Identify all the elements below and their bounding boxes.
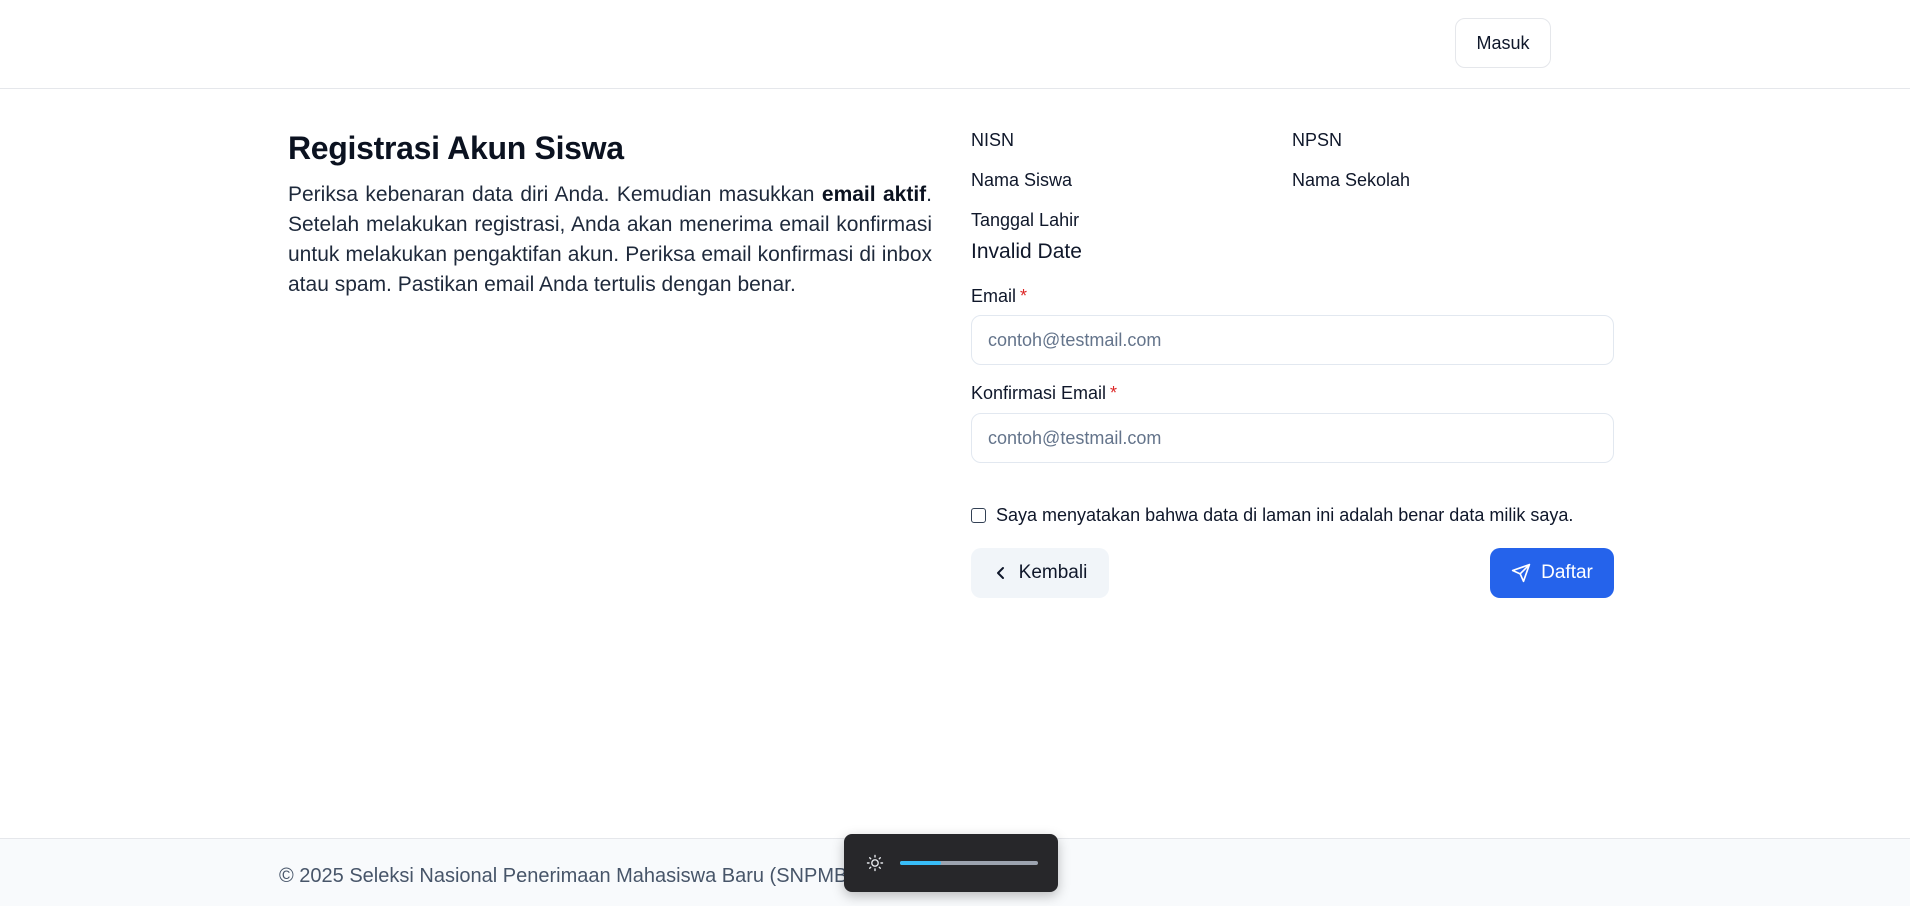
confirm-email-required-mark: *	[1110, 383, 1118, 403]
confirm-email-label-text: Konfirmasi Email	[971, 383, 1107, 403]
nisn-label: NISN	[971, 130, 1015, 150]
brightness-slider[interactable]	[900, 861, 1038, 865]
sun-icon	[866, 854, 884, 877]
agreement-text: Saya menyatakan bahwa data di laman ini …	[996, 505, 1574, 525]
page-title: Registrasi Akun Siswa	[288, 130, 624, 166]
student-info-grid: NISN NPSN Nama Siswa Nama Sekolah Tangga…	[971, 128, 1614, 268]
email-label-text: Email	[971, 286, 1017, 306]
login-button[interactable]: Masuk	[1455, 18, 1551, 68]
confirm-email-input[interactable]	[971, 413, 1614, 463]
brightness-control	[844, 834, 1058, 892]
brightness-slider-fill	[900, 861, 942, 865]
npsn-label: NPSN	[1292, 130, 1343, 150]
email-required-mark: *	[1020, 286, 1028, 306]
back-button[interactable]: Kembali	[971, 548, 1109, 598]
copyright-text: © 2025 Seleksi Nasional Penerimaan Mahas…	[279, 865, 854, 887]
top-navbar: Masuk	[0, 0, 1910, 89]
email-input[interactable]	[971, 315, 1614, 365]
intro-section: Registrasi Akun Siswa Periksa kebenaran …	[288, 128, 932, 300]
birth-date-value: Invalid Date	[971, 240, 1082, 263]
send-icon	[1511, 563, 1531, 583]
chevron-left-icon	[993, 565, 1009, 581]
agreement-checkbox[interactable]	[971, 508, 986, 523]
register-button-label: Daftar	[1541, 562, 1593, 583]
agreement-row: Saya menyatakan bahwa data di laman ini …	[971, 505, 1573, 526]
confirm-email-label: Konfirmasi Email *	[971, 383, 1117, 404]
birth-date-label: Tanggal Lahir	[971, 210, 1080, 230]
register-button[interactable]: Daftar	[1490, 548, 1614, 598]
student-info: NISN NPSN Nama Siswa Nama Sekolah Tangga…	[971, 128, 1614, 268]
back-button-label: Kembali	[1018, 562, 1088, 583]
email-label: Email *	[971, 286, 1027, 307]
desc-emphasis: email aktif	[821, 183, 927, 206]
school-name-label: Nama Sekolah	[1292, 170, 1411, 190]
student-name-label: Nama Siswa	[971, 170, 1073, 190]
desc-part-1: Periksa kebenaran data diri Anda. Kemudi…	[288, 183, 822, 206]
intro-description: Periksa kebenaran data diri Anda. Kemudi…	[288, 180, 932, 300]
